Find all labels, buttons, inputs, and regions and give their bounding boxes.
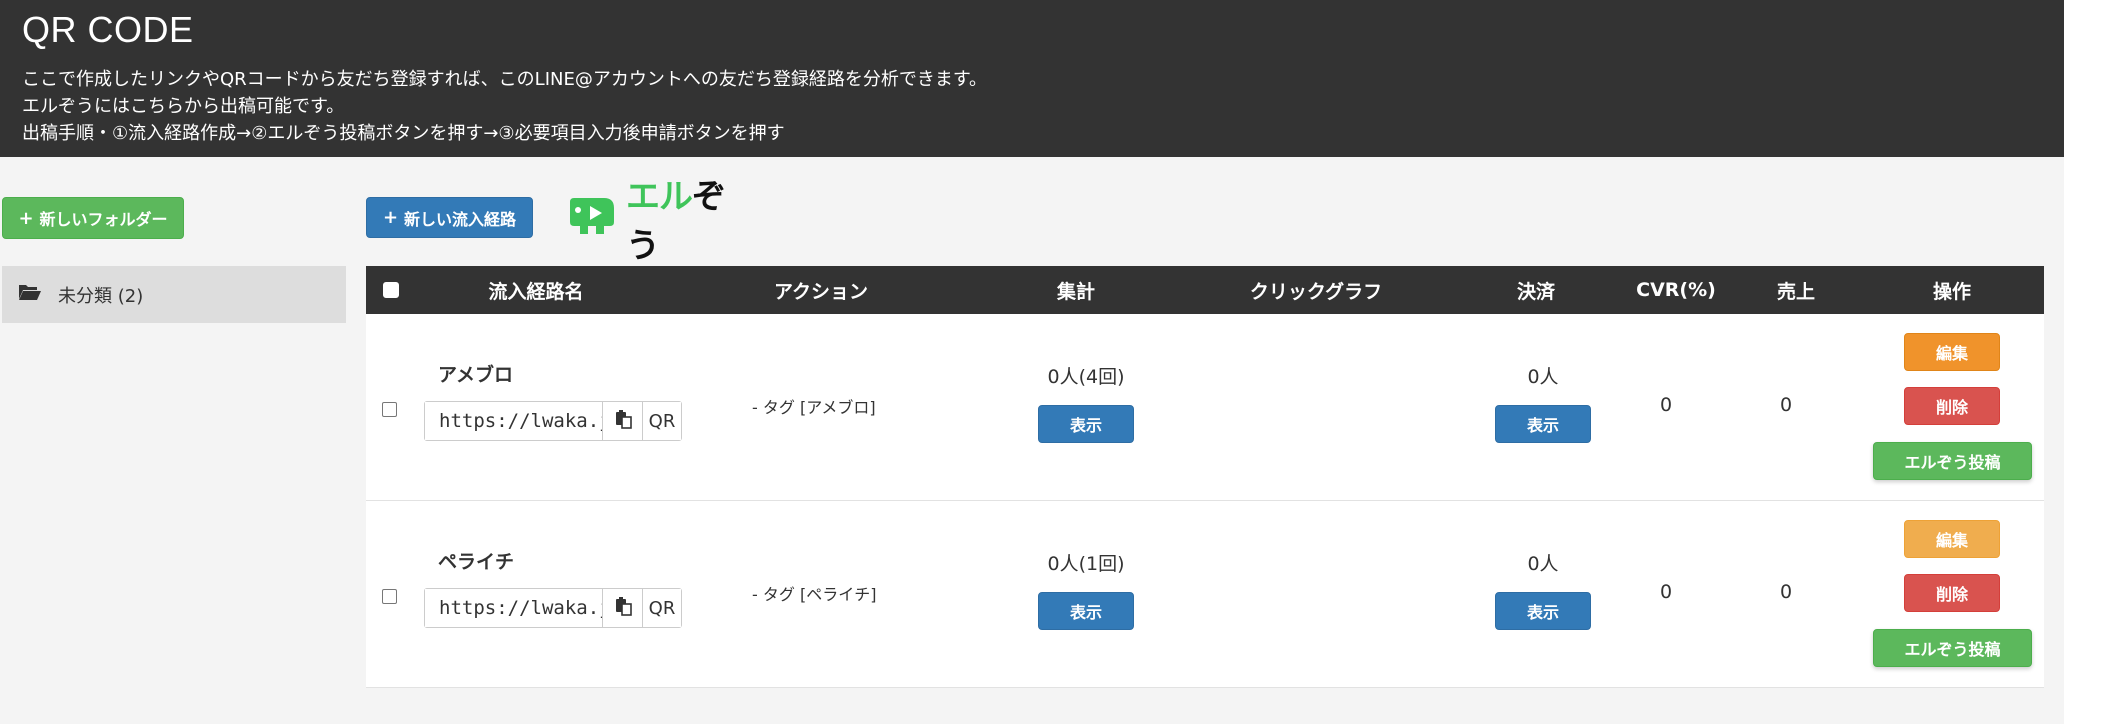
header-payment: 決済 xyxy=(1516,280,1555,303)
header-name: 流入経路名 xyxy=(488,280,584,303)
url-group: QR xyxy=(424,588,682,628)
folder-label: 未分類 (2) xyxy=(58,285,144,307)
logo-text: エルぞう xyxy=(626,177,726,266)
header-sales: 売上 xyxy=(1776,280,1815,303)
table-header: 流入経路名 アクション 集計 クリックグラフ 決済 CVR(%) 売上 操作 xyxy=(366,266,2044,314)
header-line-3: 出稿手順・①流入経路作成→②エルぞう投稿ボタンを押す→③必要項目入力後申請ボタン… xyxy=(22,123,785,144)
header-line-1: ここで作成したリンクやQRコードから友だち登録すれば、このLINE@アカウントへ… xyxy=(22,69,988,90)
delete-button[interactable]: 削除 xyxy=(1904,574,2000,612)
header-action: アクション xyxy=(773,280,869,303)
url-group: QR xyxy=(424,401,682,441)
total-show-button[interactable]: 表示 xyxy=(1038,592,1134,630)
elephant-icon xyxy=(566,196,622,240)
select-all-cell xyxy=(366,266,416,314)
header-click-graph: クリックグラフ xyxy=(1249,280,1383,303)
payment-show-button[interactable]: 表示 xyxy=(1495,405,1591,443)
edit-button[interactable]: 編集 xyxy=(1904,520,2000,558)
delete-button[interactable]: 削除 xyxy=(1904,387,2000,425)
plus-icon: + xyxy=(382,207,399,228)
eruzou-post-button[interactable]: エルぞう投稿 xyxy=(1873,442,2032,480)
qr-button[interactable]: QR xyxy=(643,589,681,627)
new-folder-button[interactable]: + 新しいフォルダー xyxy=(2,197,184,239)
row-checkbox[interactable] xyxy=(382,402,397,417)
header-line-2: エルぞうにはこちらから出稿可能です。 xyxy=(22,96,345,117)
row-checkbox[interactable] xyxy=(382,589,397,604)
right-gutter xyxy=(2064,0,2128,724)
payment-count: 0人 xyxy=(1527,366,1559,388)
cvr-value: 0 xyxy=(1659,581,1673,603)
table-row: アメブロ QR - タグ [アメブロ] 0人(4回) 表示 0人 表示 0 0 … xyxy=(366,314,2044,501)
table-row: ペライチ QR - タグ [ペライチ] 0人(1回) 表示 0人 表示 0 0 … xyxy=(366,501,2044,688)
url-field[interactable] xyxy=(425,402,603,440)
row-checkbox-cell xyxy=(382,589,397,604)
action-tag: - タグ [ペライチ] xyxy=(752,585,877,604)
clipboard-icon xyxy=(614,596,632,621)
payment-count: 0人 xyxy=(1527,553,1559,575)
header-total: 集計 xyxy=(1056,280,1095,303)
plus-icon: + xyxy=(18,207,34,229)
total-count: 0人(4回) xyxy=(1047,366,1125,388)
route-name: ペライチ xyxy=(438,551,515,573)
new-folder-label: 新しいフォルダー xyxy=(39,210,168,229)
cvr-value: 0 xyxy=(1659,394,1673,416)
copy-button[interactable] xyxy=(603,589,643,627)
total-count: 0人(1回) xyxy=(1047,553,1125,575)
route-name: アメブロ xyxy=(438,364,514,386)
sales-value: 0 xyxy=(1779,394,1793,416)
copy-button[interactable] xyxy=(603,402,643,440)
folder-item-uncategorized[interactable]: 未分類 (2) xyxy=(2,266,346,323)
eruzou-post-button[interactable]: エルぞう投稿 xyxy=(1873,629,2032,667)
select-all-checkbox[interactable] xyxy=(383,282,399,298)
url-field[interactable] xyxy=(425,589,603,627)
header-ops: 操作 xyxy=(1932,280,1971,303)
page-title: QR CODE xyxy=(22,9,194,50)
eruzou-logo[interactable]: エルぞう xyxy=(566,177,756,266)
action-tag: - タグ [アメブロ] xyxy=(752,398,876,417)
routes-table: 流入経路名 アクション 集計 クリックグラフ 決済 CVR(%) 売上 操作 ア… xyxy=(366,266,2044,688)
clipboard-icon xyxy=(614,409,632,434)
new-route-label: 新しい流入経路 xyxy=(404,209,517,229)
page-header: QR CODE ここで作成したリンクやQRコードから友だち登録すれば、このLIN… xyxy=(0,0,2064,157)
total-show-button[interactable]: 表示 xyxy=(1038,405,1134,443)
header-cvr: CVR(%) xyxy=(1636,279,1716,301)
edit-button[interactable]: 編集 xyxy=(1904,333,2000,371)
row-checkbox-cell xyxy=(382,402,397,417)
header-description: ここで作成したリンクやQRコードから友だち登録すれば、このLINE@アカウントへ… xyxy=(22,66,2042,147)
sales-value: 0 xyxy=(1779,581,1793,603)
qr-button[interactable]: QR xyxy=(643,402,681,440)
new-route-button[interactable]: + 新しい流入経路 xyxy=(366,197,533,238)
payment-show-button[interactable]: 表示 xyxy=(1495,592,1591,630)
folder-open-icon xyxy=(18,283,42,306)
